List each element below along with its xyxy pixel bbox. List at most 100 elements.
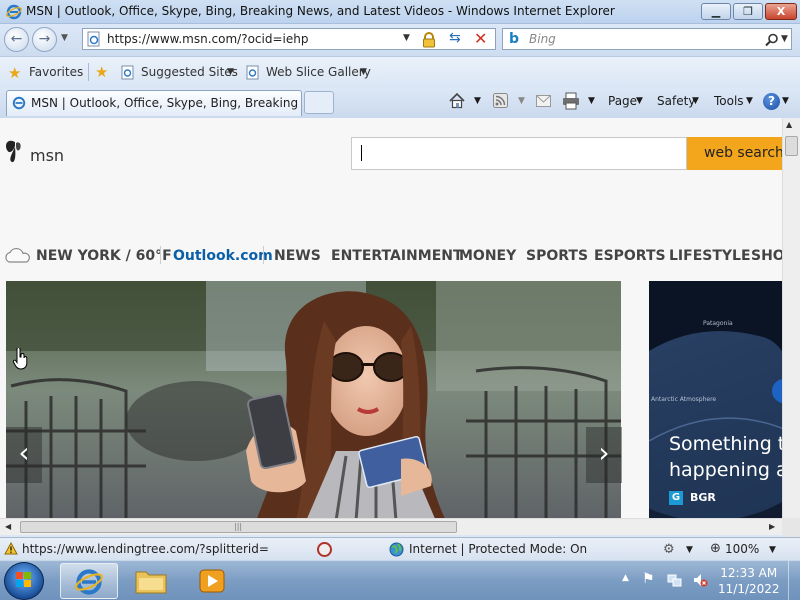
warning-icon	[4, 542, 18, 555]
search-box[interactable]: b Bing ▼	[502, 28, 792, 50]
address-field[interactable]: https://www.msn.com/?ocid=iehp ▼ ⇆ ✕	[82, 28, 496, 50]
page-content: msn web search NEW YORK / 60°F Outlook.c…	[0, 118, 782, 518]
taskbar-clock[interactable]: 12:33 AM 11/1/2022	[718, 565, 780, 597]
restore-button[interactable]: ❐	[733, 3, 763, 20]
url-text: https://www.msn.com/?ocid=iehp	[107, 32, 309, 46]
msn-search-input[interactable]	[351, 137, 687, 170]
search-dropdown-icon[interactable]: ▼	[781, 34, 788, 44]
nav-lifestyle[interactable]: LIFESTYLE	[669, 248, 751, 264]
status-link-url: https://www.lendingtree.com/?splitterid=	[22, 542, 269, 556]
stop-icon[interactable]: ✕	[474, 29, 487, 48]
start-button[interactable]	[4, 562, 44, 600]
help-icon[interactable]: ?	[763, 93, 780, 110]
photo-caption: Patagonia	[703, 320, 733, 327]
close-button[interactable]: X	[765, 3, 797, 20]
hero-image[interactable]	[6, 281, 621, 518]
scroll-right-icon[interactable]: ▶	[769, 522, 775, 531]
nav-shopping[interactable]: SHO	[751, 248, 782, 264]
window-title: MSN | Outlook, Office, Skype, Bing, Brea…	[26, 4, 615, 18]
network-icon[interactable]	[667, 572, 683, 588]
nav-outlook[interactable]: Outlook.com	[173, 248, 273, 264]
chevron-down-icon[interactable]: ▼	[782, 96, 789, 106]
search-icon[interactable]	[765, 33, 779, 47]
vertical-scrollbar[interactable]: ▲	[782, 118, 800, 518]
tab-label: MSN | Outlook, Office, Skype, Bing, Brea…	[31, 96, 299, 110]
print-icon[interactable]	[562, 92, 580, 110]
show-desktop-button[interactable]	[788, 561, 800, 600]
settings-icon[interactable]: ⚙	[663, 542, 675, 557]
divider	[88, 63, 89, 81]
tools-menu[interactable]: Tools	[714, 94, 744, 108]
nav-esports[interactable]: ESPORTS	[594, 248, 666, 264]
chevron-down-icon[interactable]: ▼	[360, 67, 367, 77]
chevron-down-icon[interactable]: ▼	[636, 96, 643, 106]
media-player-icon	[199, 569, 225, 593]
favorites-button[interactable]: Favorites	[29, 65, 83, 79]
msn-logo-text[interactable]: msn	[30, 146, 64, 165]
refresh-icon[interactable]: ⇆	[449, 30, 461, 46]
taskbar-media-player[interactable]	[184, 563, 242, 599]
nav-news[interactable]: NEWS	[274, 248, 321, 264]
tracking-protection-icon[interactable]	[317, 542, 332, 557]
chevron-down-icon[interactable]: ▼	[692, 96, 699, 106]
side-headline: Something te happening at	[669, 433, 782, 481]
chevron-down-icon[interactable]: ▼	[746, 96, 753, 106]
zoom-icon[interactable]: ⊕	[710, 541, 721, 556]
nav-entertainment[interactable]: ENTERTAINMENT	[331, 248, 463, 264]
page-menu[interactable]: Page	[608, 94, 637, 108]
woman-with-phone-and-card-photo	[6, 281, 621, 518]
title-bar: MSN | Outlook, Office, Skype, Bing, Brea…	[0, 0, 800, 24]
add-to-favorites-icon[interactable]: ★	[95, 63, 108, 81]
show-hidden-icons[interactable]: ▲	[622, 573, 629, 583]
source-label: BGR	[690, 491, 716, 504]
minimize-button[interactable]: ▁	[701, 3, 731, 20]
taskbar-internet-explorer[interactable]	[60, 563, 118, 599]
navigation-bar: ← → ▼ https://www.msn.com/?ocid=iehp ▼ ⇆…	[0, 24, 800, 56]
nav-money[interactable]: MONEY	[459, 248, 516, 264]
tab-msn[interactable]: MSN | Outlook, Office, Skype, Bing, Brea…	[6, 90, 302, 116]
carousel-prev-button[interactable]: ‹	[6, 427, 42, 483]
feeds-icon[interactable]	[493, 93, 508, 108]
flag-icon[interactable]: ⚑	[642, 571, 655, 587]
home-icon[interactable]	[448, 92, 466, 110]
carousel-next-button[interactable]: ›	[586, 427, 622, 483]
chevron-down-icon[interactable]: ▼	[518, 96, 525, 106]
new-tab-button[interactable]	[304, 91, 334, 114]
web-search-button[interactable]: web search	[687, 137, 782, 170]
volume-muted-icon[interactable]	[692, 572, 708, 588]
side-news-card[interactable]: Patagonia Antarctic Atmosphere Something…	[649, 281, 782, 518]
suggested-sites-link[interactable]: Suggested Sites	[141, 65, 238, 79]
web-slice-icon	[246, 65, 259, 80]
zoom-level[interactable]: 100%	[725, 542, 759, 556]
internet-explorer-icon	[75, 569, 103, 595]
chevron-down-icon[interactable]: ▼	[769, 545, 776, 555]
mail-icon[interactable]	[536, 95, 551, 107]
lock-icon[interactable]	[422, 32, 436, 48]
msn-butterfly-icon[interactable]	[4, 138, 26, 164]
chevron-down-icon[interactable]: ▼	[227, 67, 234, 77]
chevron-down-icon[interactable]: ▼	[588, 96, 595, 106]
nav-sports[interactable]: SPORTS	[526, 248, 588, 264]
address-dropdown-icon[interactable]: ▼	[403, 33, 410, 43]
forward-button[interactable]: →	[32, 27, 57, 52]
taskbar-file-explorer[interactable]	[122, 563, 180, 599]
horizontal-scrollbar[interactable]: ◀ ||| ▶	[0, 518, 782, 535]
forward-arrow-icon: →	[38, 31, 51, 47]
weather-link[interactable]: NEW YORK / 60°F	[36, 248, 172, 264]
recent-pages-dropdown[interactable]: ▼	[61, 33, 68, 43]
internet-explorer-icon	[6, 4, 22, 20]
safety-menu[interactable]: Safety	[657, 94, 695, 108]
bing-logo-icon: b	[509, 31, 520, 47]
scroll-left-icon[interactable]: ◀	[5, 522, 11, 531]
scroll-up-icon[interactable]: ▲	[786, 120, 792, 129]
chevron-down-icon[interactable]: ▼	[686, 545, 693, 555]
scrollbar-thumb[interactable]	[785, 136, 798, 156]
chevron-down-icon[interactable]: ▼	[474, 96, 481, 106]
page-icon	[12, 96, 26, 110]
back-button[interactable]: ←	[4, 27, 29, 52]
security-zone-label: Internet | Protected Mode: On	[409, 542, 588, 556]
web-slice-gallery-link[interactable]: Web Slice Gallery	[266, 65, 371, 79]
chevron-left-icon: ‹	[18, 436, 30, 469]
favorites-bar: ★ Favorites ★ Suggested Sites ▼ Web Slic…	[0, 56, 800, 88]
text-cursor	[361, 145, 362, 161]
